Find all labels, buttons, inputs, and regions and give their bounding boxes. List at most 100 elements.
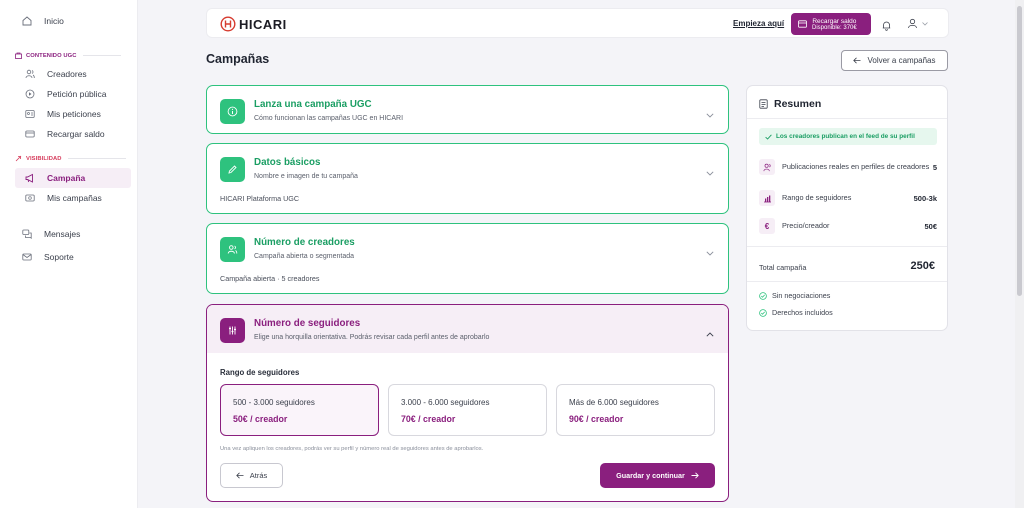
sidebar-item-label: Inicio	[44, 16, 64, 26]
summary-row-value: 500-3k	[913, 193, 937, 203]
page-scrollbar[interactable]	[1015, 0, 1024, 508]
sidebar-item-label: Campaña	[47, 173, 86, 183]
sidebar-item-label: Mis campañas	[47, 193, 102, 203]
sidebar-item-recargar-saldo[interactable]: Recargar saldo	[0, 124, 138, 144]
arrow-left-icon	[235, 472, 244, 479]
user-icon	[907, 18, 918, 29]
chevron-down-icon[interactable]	[706, 105, 714, 123]
sidebar-item-campana[interactable]: Campaña	[15, 168, 131, 188]
summary-row: € Precio/creador 50€	[759, 218, 937, 234]
logo-text: HICARI	[239, 16, 287, 32]
step-card-creators[interactable]: Número de creadores Campaña abierta o se…	[206, 223, 729, 294]
sidebar-item-label: Recargar saldo	[47, 129, 105, 139]
sidebar-item-mis-peticiones[interactable]: Mis peticiones	[0, 104, 138, 124]
divider	[82, 55, 121, 56]
perk-text: Derechos incluidos	[772, 308, 833, 317]
section-visibility-label: VISIBILIDAD	[26, 155, 62, 162]
wallet-icon	[798, 20, 807, 28]
scrollbar-thumb[interactable]	[1017, 6, 1022, 296]
step-title: Lanza una campaña UGC	[254, 99, 372, 110]
recharge-label: Recargar saldo	[812, 17, 857, 25]
step-card-launch[interactable]: Lanza una campaña UGC Cómo funcionan las…	[206, 85, 729, 134]
perk-item: Sin negociaciones	[759, 291, 830, 300]
sidebar-item-label: Petición pública	[47, 89, 107, 99]
range-option-6000-plus[interactable]: Más de 6.000 seguidores 90€ / creador	[556, 384, 715, 436]
divider	[67, 158, 126, 159]
ticket-icon	[25, 193, 35, 203]
logo[interactable]: HICARI	[220, 16, 287, 32]
bell-icon[interactable]	[881, 18, 892, 36]
step-header[interactable]	[207, 305, 728, 353]
step-title: Número de creadores	[254, 237, 355, 248]
id-card-icon	[25, 109, 35, 119]
chevron-up-icon[interactable]	[706, 324, 714, 342]
page-title: Campañas	[206, 52, 270, 66]
chevron-down-icon[interactable]	[706, 243, 714, 261]
range-option-500-3000[interactable]: 500 - 3.000 seguidores 50€ / creador	[220, 384, 379, 436]
sidebar-item-mis-campanas[interactable]: Mis campañas	[0, 188, 138, 208]
back-button[interactable]: Atrás	[220, 463, 283, 488]
available-balance: Disponible: 370€	[812, 24, 857, 31]
option-price: 70€ / creador	[401, 414, 456, 424]
sidebar-item-creadores[interactable]: Creadores	[0, 64, 138, 84]
summary-panel: Resumen Los creadores publican en el fee…	[746, 85, 948, 331]
summary-title: Resumen	[759, 98, 821, 110]
summary-banner: Los creadores publican en el feed de su …	[759, 128, 937, 145]
range-option-3000-6000[interactable]: 3.000 - 6.000 seguidores 70€ / creador	[388, 384, 547, 436]
summary-row-value: 5	[932, 162, 937, 172]
top-header: HICARI Empieza aquí Recargar saldo Dispo…	[206, 8, 949, 38]
option-price: 50€ / creador	[233, 414, 288, 424]
total-label: Total campaña	[759, 263, 807, 272]
summary-row-label: Publicaciones reales en perfiles de crea…	[782, 162, 930, 171]
followers-note: Una vez apliquen los creadores, podrás v…	[220, 446, 484, 452]
sliders-icon	[220, 318, 245, 343]
info-icon	[220, 99, 245, 124]
summary-title-text: Resumen	[774, 98, 822, 110]
bag-icon	[15, 52, 22, 59]
divider	[747, 246, 947, 247]
step-subtitle: Campaña abierta o segmentada	[254, 253, 355, 260]
sidebar-item-peticion-publica[interactable]: Petición pública	[0, 84, 138, 104]
chat-icon	[22, 229, 32, 239]
link-icon	[15, 155, 22, 162]
document-icon	[759, 99, 768, 109]
arrow-left-icon	[853, 57, 861, 64]
sidebar-item-mensajes[interactable]: Mensajes	[0, 224, 138, 244]
sidebar-item-home[interactable]: Inicio	[0, 11, 138, 31]
recharge-balance-button[interactable]: Recargar saldo Disponible: 370€	[791, 13, 871, 35]
pencil-icon	[220, 157, 245, 182]
sidebar-item-label: Soporte	[44, 252, 74, 262]
sidebar-item-soporte[interactable]: Soporte	[0, 247, 138, 267]
sidebar-item-label: Mensajes	[44, 229, 81, 239]
check-icon	[765, 133, 772, 140]
chevron-down-icon	[922, 21, 928, 26]
section-visibility-header: VISIBILIDAD	[15, 155, 126, 162]
step-title: Número de seguidores	[254, 318, 361, 329]
summary-banner-text: Los creadores publican en el feed de su …	[776, 133, 915, 140]
range-label: Rango de seguidores	[220, 368, 300, 377]
start-here-link[interactable]: Empieza aquí	[733, 19, 784, 28]
divider	[747, 281, 947, 282]
play-circle-icon	[25, 89, 35, 99]
back-to-campaigns-button[interactable]: Volver a campañas	[841, 50, 948, 71]
users-icon	[759, 159, 775, 175]
save-continue-button[interactable]: Guardar y continuar	[600, 463, 715, 488]
sidebar: Inicio CONTENIDO UGC Creadores Petición …	[0, 0, 138, 508]
user-menu[interactable]	[907, 18, 928, 29]
logo-mark-icon	[220, 16, 236, 32]
back-button-label: Atrás	[249, 471, 268, 480]
summary-row-label: Precio/creador	[782, 221, 830, 230]
sidebar-item-label: Mis peticiones	[47, 109, 101, 119]
step-card-basic-data[interactable]: Datos básicos Nombre e imagen de tu camp…	[206, 143, 729, 214]
step-value: Campaña abierta · 5 creadores	[220, 274, 320, 283]
users-icon	[25, 69, 35, 79]
card-icon	[25, 129, 35, 139]
step-subtitle: Cómo funcionan las campañas UGC en HICAR…	[254, 115, 404, 122]
option-range: 3.000 - 6.000 seguidores	[401, 398, 490, 407]
step-subtitle: Elige una horquilla orientativa. Podrás …	[254, 334, 490, 341]
bar-chart-icon	[759, 190, 775, 206]
step-value: HICARI Plataforma UGC	[220, 194, 300, 203]
save-continue-label: Guardar y continuar	[616, 471, 685, 480]
chevron-down-icon[interactable]	[706, 163, 714, 181]
euro-icon: €	[759, 218, 775, 234]
